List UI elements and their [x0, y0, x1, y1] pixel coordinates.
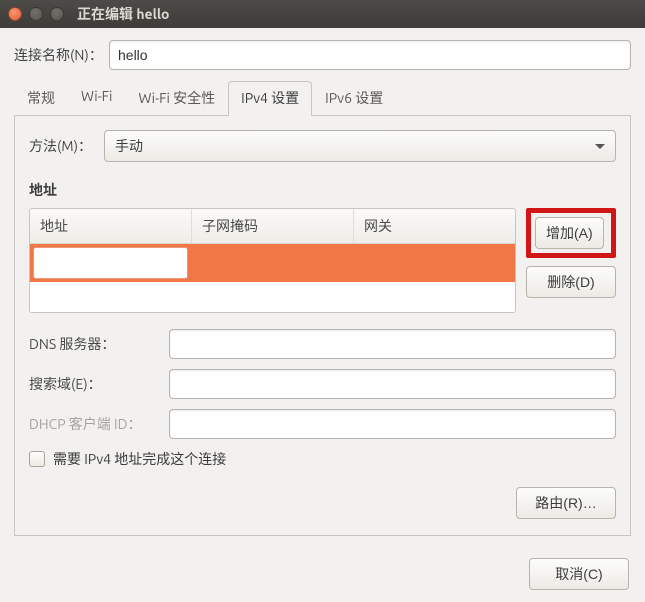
- method-combo[interactable]: 手动: [104, 130, 616, 162]
- col-gateway[interactable]: 网关: [354, 209, 515, 243]
- tab-ipv6[interactable]: IPv6 设置: [312, 81, 396, 116]
- require-ipv4-label: 需要 IPv4 地址完成这个连接: [53, 449, 226, 469]
- routes-button[interactable]: 路由(R)…: [516, 487, 616, 519]
- tab-wifi-security[interactable]: Wi-Fi 安全性: [125, 81, 228, 116]
- method-label: 方法(M)：: [29, 136, 104, 156]
- search-domain-input[interactable]: [169, 369, 616, 399]
- dns-label: DNS 服务器：: [29, 334, 169, 354]
- search-domain-label: 搜索域(E)：: [29, 374, 169, 394]
- dhcp-client-id-label: DHCP 客户端 ID：: [29, 414, 169, 434]
- cancel-button[interactable]: 取消(C): [529, 558, 629, 590]
- tab-ipv4[interactable]: IPv4 设置: [228, 81, 312, 116]
- dns-input[interactable]: [169, 329, 616, 359]
- chevron-down-icon: [595, 144, 605, 149]
- ipv4-panel: 方法(M)： 手动 地址 地址 子网掩码 网关: [14, 116, 631, 536]
- window-title: 正在编辑 hello: [77, 4, 169, 24]
- minimize-icon[interactable]: [29, 7, 43, 21]
- tab-wifi[interactable]: Wi-Fi: [68, 81, 125, 116]
- tab-general[interactable]: 常规: [14, 81, 68, 116]
- maximize-icon[interactable]: [50, 7, 64, 21]
- delete-button[interactable]: 删除(D): [526, 266, 616, 298]
- add-button[interactable]: 增加(A): [535, 217, 604, 249]
- titlebar: 正在编辑 hello: [0, 0, 645, 28]
- col-address[interactable]: 地址: [30, 209, 192, 243]
- add-button-highlight: 增加(A): [526, 208, 616, 258]
- addresses-title: 地址: [29, 180, 616, 200]
- tab-bar: 常规 Wi-Fi Wi-Fi 安全性 IPv4 设置 IPv6 设置: [14, 80, 631, 116]
- address-cell-input[interactable]: [33, 247, 188, 279]
- method-value: 手动: [115, 136, 143, 156]
- dialog-footer: 取消(C): [0, 550, 645, 602]
- dhcp-client-id-input: [169, 409, 616, 439]
- col-netmask[interactable]: 子网掩码: [192, 209, 354, 243]
- require-ipv4-checkbox[interactable]: [29, 451, 45, 467]
- connection-name-input[interactable]: [109, 40, 631, 70]
- close-icon[interactable]: [8, 7, 22, 21]
- address-table: 地址 子网掩码 网关: [29, 208, 516, 313]
- table-row[interactable]: [30, 244, 515, 282]
- connection-name-label: 连接名称(N)：: [14, 45, 109, 65]
